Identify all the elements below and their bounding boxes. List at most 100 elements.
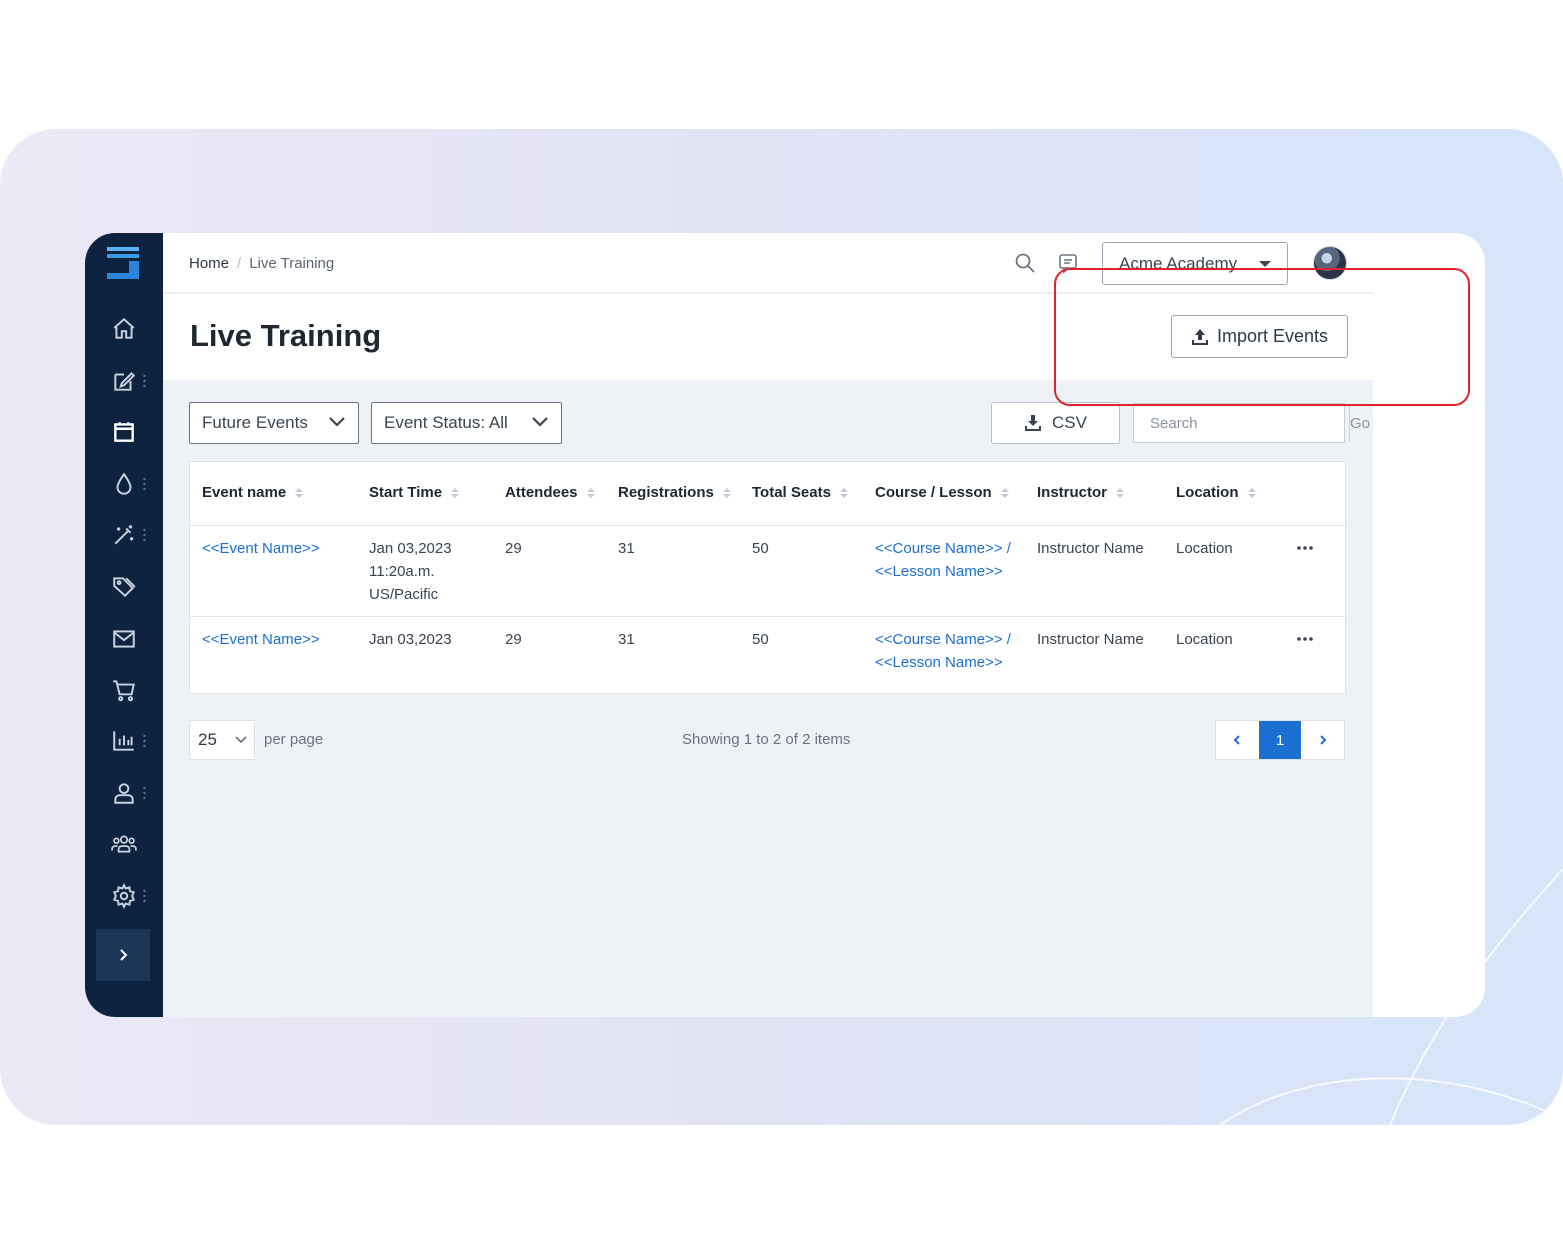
breadcrumb-separator: / bbox=[237, 255, 242, 272]
start-time-date: Jan 03,2023 bbox=[369, 540, 452, 557]
sidebar-item-groups[interactable] bbox=[85, 824, 163, 864]
instructor-value: Instructor Name bbox=[1037, 631, 1144, 648]
download-icon bbox=[1025, 415, 1042, 431]
csv-label: CSV bbox=[1052, 413, 1087, 432]
more-vertical-icon bbox=[143, 477, 146, 491]
import-events-highlight bbox=[1054, 268, 1470, 406]
breadcrumb-home[interactable]: Home bbox=[189, 255, 229, 272]
sort-icon bbox=[1000, 487, 1009, 498]
search-group: Go bbox=[1133, 403, 1370, 443]
column-header-course-lesson[interactable]: Course / Lesson bbox=[875, 484, 1009, 501]
total-seats-value: 50 bbox=[752, 540, 769, 557]
mail-icon bbox=[113, 630, 135, 648]
sort-icon bbox=[295, 487, 304, 498]
more-vertical-icon bbox=[143, 786, 146, 800]
sort-icon bbox=[451, 487, 460, 498]
lesson-link[interactable]: <<Lesson Name>> bbox=[875, 560, 1003, 583]
caret-down-icon bbox=[1259, 261, 1271, 267]
chevron-down-icon bbox=[329, 417, 345, 427]
more-vertical-icon bbox=[143, 889, 146, 903]
status-filter-select[interactable]: Event Status: All bbox=[371, 402, 562, 444]
search-input[interactable] bbox=[1134, 404, 1349, 442]
sort-icon bbox=[839, 487, 848, 498]
sidebar-item-reports[interactable] bbox=[85, 721, 163, 761]
breadcrumb-current: Live Training bbox=[249, 255, 335, 272]
event-name-link[interactable]: <<Event Name>> bbox=[202, 537, 320, 560]
sort-icon bbox=[1116, 487, 1125, 498]
gear-icon bbox=[112, 883, 136, 909]
column-header-registrations[interactable]: Registrations bbox=[618, 484, 731, 501]
more-vertical-icon bbox=[143, 528, 146, 542]
location-value: Location bbox=[1176, 631, 1233, 648]
start-time-zone: US/Pacific bbox=[369, 586, 439, 603]
previous-page-button[interactable] bbox=[1216, 721, 1259, 759]
column-header-instructor[interactable]: Instructor bbox=[1037, 484, 1125, 501]
column-header-label: Start Time bbox=[369, 484, 443, 501]
sort-icon bbox=[586, 487, 595, 498]
column-header-total-seats[interactable]: Total Seats bbox=[752, 484, 848, 501]
course-link[interactable]: <<Course Name>> / bbox=[875, 537, 1011, 560]
column-header-event-name[interactable]: Event name bbox=[202, 484, 304, 501]
chevron-left-icon bbox=[1233, 735, 1241, 745]
start-time-date: Jan 03,2023 bbox=[369, 631, 452, 648]
lesson-link[interactable]: <<Lesson Name>> bbox=[875, 651, 1003, 674]
sidebar-item-calendar[interactable] bbox=[85, 412, 163, 452]
more-vertical-icon bbox=[143, 374, 146, 388]
sidebar-expand-button[interactable] bbox=[96, 929, 150, 981]
attendees-value: 29 bbox=[505, 540, 522, 557]
course-link[interactable]: <<Course Name>> / bbox=[875, 628, 1011, 651]
sort-icon bbox=[722, 487, 731, 498]
edit-icon bbox=[114, 372, 136, 391]
more-icon[interactable] bbox=[1297, 546, 1313, 550]
cart-icon bbox=[113, 680, 135, 702]
row-divider bbox=[190, 616, 1345, 617]
registrations-value: 31 bbox=[618, 631, 635, 648]
column-header-label: Instructor bbox=[1037, 484, 1108, 501]
home-icon bbox=[113, 317, 135, 339]
registrations-value: 31 bbox=[618, 540, 635, 557]
more-icon[interactable] bbox=[1297, 637, 1313, 641]
bar-chart-icon bbox=[113, 731, 134, 751]
page-1-button[interactable]: 1 bbox=[1258, 721, 1302, 759]
start-time-time: 11:20a.m. bbox=[369, 563, 435, 580]
column-header-label: Registrations bbox=[618, 484, 714, 501]
chevron-right-icon bbox=[120, 949, 128, 961]
tag-icon bbox=[113, 577, 136, 598]
sidebar-item-edit[interactable] bbox=[85, 361, 163, 401]
instructor-value: Instructor Name bbox=[1037, 540, 1144, 557]
drop-icon bbox=[116, 472, 132, 495]
go-button[interactable]: Go bbox=[1349, 404, 1370, 442]
chevron-right-icon bbox=[1319, 735, 1327, 745]
next-page-button[interactable] bbox=[1301, 721, 1344, 759]
total-seats-value: 50 bbox=[752, 631, 769, 648]
sidebar-item-user[interactable] bbox=[85, 773, 163, 813]
sidebar-item-settings[interactable] bbox=[85, 876, 163, 916]
sidebar-item-drop[interactable] bbox=[85, 464, 163, 504]
magic-wand-icon bbox=[114, 525, 134, 545]
column-header-label: Attendees bbox=[505, 484, 578, 501]
breadcrumb: Home / Live Training bbox=[189, 255, 334, 272]
user-icon bbox=[114, 783, 134, 804]
sidebar-item-mail[interactable] bbox=[85, 619, 163, 659]
sidebar-item-home[interactable] bbox=[85, 309, 163, 349]
app-logo-icon bbox=[107, 247, 139, 279]
column-header-start-time[interactable]: Start Time bbox=[369, 484, 460, 501]
column-header-label: Location bbox=[1176, 484, 1239, 501]
page-size-select[interactable]: 25 bbox=[189, 720, 255, 760]
sidebar-item-tags[interactable] bbox=[85, 567, 163, 607]
events-filter-value: Future Events bbox=[202, 413, 308, 432]
csv-export-button[interactable]: CSV bbox=[991, 402, 1120, 444]
search-icon[interactable] bbox=[1013, 251, 1037, 275]
showing-items-text: Showing 1 to 2 of 2 items bbox=[682, 731, 851, 748]
events-filter-select[interactable]: Future Events bbox=[189, 402, 359, 444]
column-header-label: Total Seats bbox=[752, 484, 831, 501]
pagination: 1 bbox=[1215, 720, 1345, 760]
column-header-attendees[interactable]: Attendees bbox=[505, 484, 595, 501]
sidebar bbox=[85, 233, 163, 1017]
column-header-label: Event name bbox=[202, 484, 287, 501]
column-header-label: Course / Lesson bbox=[875, 484, 992, 501]
sidebar-item-magic[interactable] bbox=[85, 515, 163, 555]
column-header-location[interactable]: Location bbox=[1176, 484, 1256, 501]
sidebar-item-cart[interactable] bbox=[85, 670, 163, 710]
event-name-link[interactable]: <<Event Name>> bbox=[202, 628, 320, 651]
